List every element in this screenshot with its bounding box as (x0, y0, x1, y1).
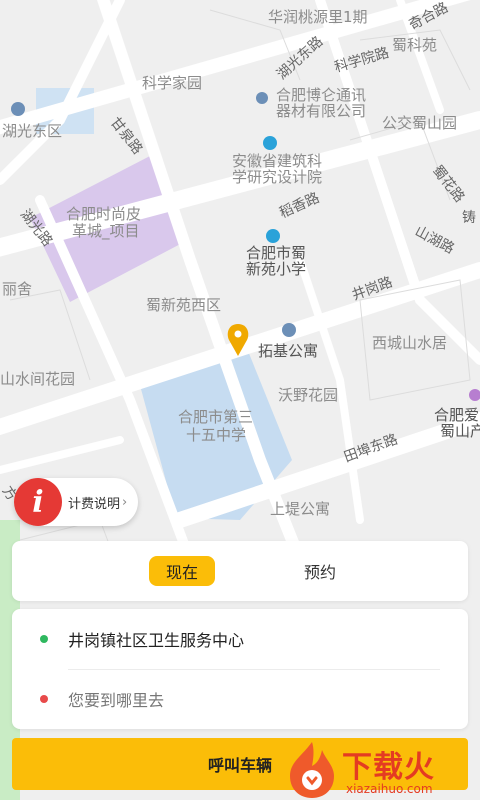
destination-dot-icon (40, 695, 48, 703)
watermark-text: 下载火 (342, 750, 435, 785)
map-label: 合肥市第三 (178, 408, 253, 426)
map-label: 沃野花园 (278, 386, 338, 404)
chevron-right-icon: › (122, 494, 128, 510)
origin-dot-icon (40, 635, 48, 643)
map-label: 丽舍 (2, 280, 32, 298)
map-label: 铸 (462, 210, 476, 226)
map-label: 十五中学 (186, 426, 246, 444)
map-label: 山水间花园 (0, 370, 75, 388)
destination-placeholder: 您要到哪里去 (68, 691, 165, 710)
fee-explanation-label: 计费说明 (68, 496, 121, 512)
map-label: 新苑小学 (246, 260, 306, 278)
destination-field[interactable]: 您要到哪里去 (12, 669, 468, 729)
map-label: 蜀科苑 (392, 36, 437, 54)
map-label: 公交蜀山园 (382, 114, 457, 132)
map-label: 蜀新苑西区 (146, 296, 221, 314)
map-label: 湖光东区 (2, 122, 62, 140)
map-label: 科学家园 (142, 74, 202, 92)
map-label: 拓基公寓 (258, 342, 318, 360)
map-label: 蜀山产 (440, 422, 480, 440)
map-label: 合肥时尚皮 (66, 205, 141, 223)
map-label: 西城山水居 (372, 334, 447, 352)
tab-reserve[interactable]: 预约 (292, 556, 348, 586)
watermark-url: xiazaihuo.com (346, 782, 433, 796)
map-label: 革城_项目 (72, 222, 140, 241)
map-label: 华润桃源里1期 (268, 8, 368, 26)
route-card: 井岗镇社区卫生服务中心 您要到哪里去 (12, 609, 468, 729)
origin-field[interactable]: 井岗镇社区卫生服务中心 (12, 609, 468, 669)
flame-logo-icon (290, 742, 334, 798)
watermark-logo: 下载火 xiazaihuo.com (282, 738, 480, 800)
tab-now[interactable]: 现在 (149, 556, 215, 586)
map-label: 学研究设计院 (232, 168, 322, 186)
map-label: 器材有限公司 (276, 102, 366, 120)
ride-mode-tabs: 现在 预约 (12, 541, 468, 601)
map-label: 上堤公寓 (270, 500, 330, 518)
fee-explanation-button[interactable]: i 计费说明 › (14, 478, 138, 526)
origin-text: 井岗镇社区卫生服务中心 (68, 631, 245, 650)
info-icon: i (14, 478, 62, 526)
